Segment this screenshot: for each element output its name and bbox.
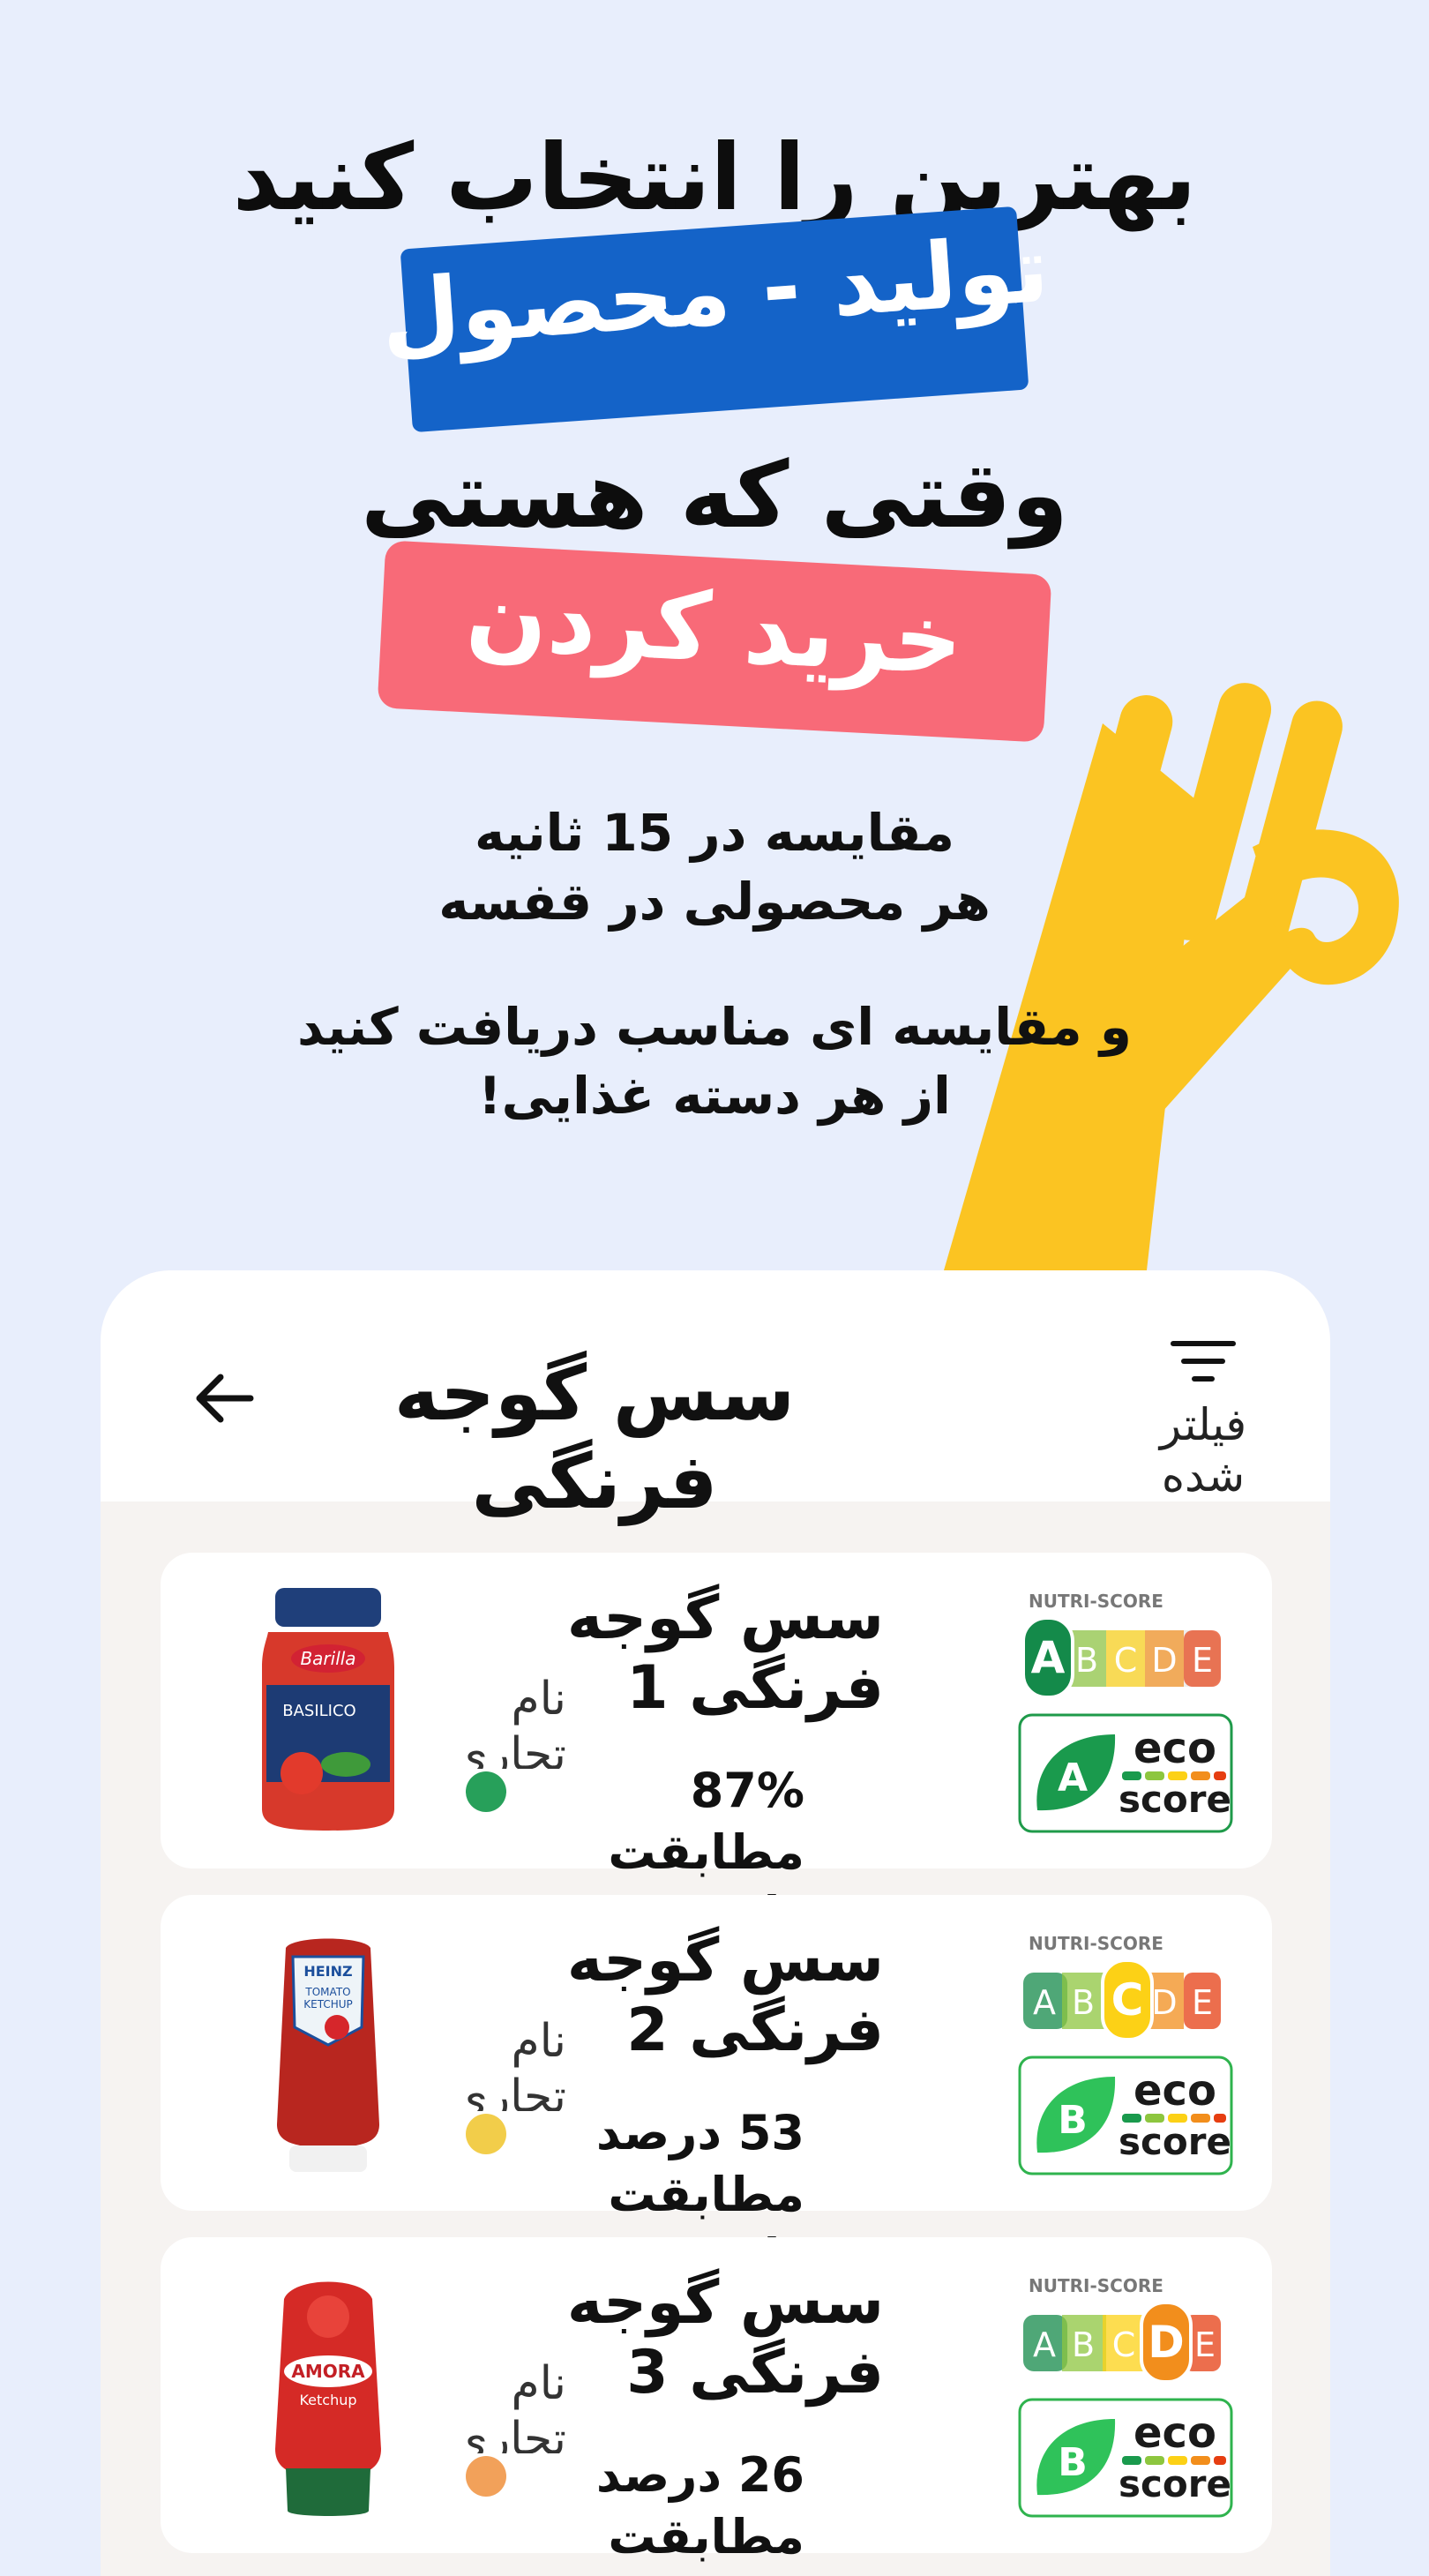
subtitle-group-1: مقایسه در 15 ثانیه هر محصولی در قفسه [0, 798, 1429, 937]
subtitle-line-1: مقایسه در 15 ثانیه [474, 803, 955, 863]
match-status-dot [466, 2114, 506, 2154]
eco-score-badge: B eco score [1018, 2056, 1233, 2175]
product-brand: نام تجاری [460, 2357, 566, 2453]
svg-text:E: E [1192, 1983, 1213, 2022]
hand-ok-illustration [944, 683, 1399, 1270]
svg-text:A: A [1033, 1983, 1056, 2022]
product-brand: نام تجاری [460, 1673, 566, 1769]
filter-label: فیلتر شده [1159, 1399, 1247, 1501]
match-value: 53 درصد [595, 2105, 804, 2160]
svg-text:C: C [1111, 1974, 1144, 2026]
svg-text:A: A [1058, 1756, 1088, 1801]
subtitle-group-2: و مقایسه ای مناسب دریافت کنید از هر دسته… [0, 992, 1429, 1131]
svg-text:BASILICO: BASILICO [282, 1702, 355, 1720]
svg-text:B: B [1072, 1983, 1095, 2022]
page-title: سس گوجه فرنگی [393, 1350, 796, 1526]
app-screen-card: سس گوجه فرنگی فیلتر شده Barilla BASILICO [101, 1270, 1330, 2576]
svg-text:D: D [1151, 1983, 1177, 2022]
svg-text:B: B [1058, 2098, 1088, 2143]
ketchup-squeeze-bottle-image: AMORA Ketchup [275, 2281, 381, 2516]
svg-text:C: C [1112, 2325, 1136, 2364]
svg-text:C: C [1114, 1641, 1138, 1680]
subtitle-line-4: از هر دسته غذایی! [478, 1066, 951, 1127]
filter-icon [1171, 1341, 1236, 1382]
pasta-sauce-jar-image: Barilla BASILICO [262, 1588, 394, 1831]
svg-text:HEINZ: HEINZ [303, 1963, 352, 1980]
eco-score-badge: B eco score [1018, 2398, 1233, 2518]
svg-text:A: A [1031, 1632, 1066, 1683]
nutri-score-badge: NUTRI-SCORE A B C D E [1023, 1933, 1221, 2038]
svg-text:TOMATO: TOMATO [304, 1986, 350, 1998]
eco-label-line1: eco [1133, 1724, 1216, 1773]
product-card[interactable]: AMORA Ketchup سس گوجه فرنگی 3 نام تجاری … [161, 2237, 1272, 2576]
eco-label-line2: score [1119, 2120, 1231, 2163]
svg-text:E: E [1194, 2325, 1216, 2364]
svg-text:E: E [1192, 1641, 1213, 1680]
nutri-score-badge: NUTRI-SCORE A B C D E [1021, 1591, 1221, 1696]
svg-text:A: A [1033, 2325, 1056, 2364]
ketchup-bottle-image: HEINZ TOMATO KETCHUP [277, 1938, 379, 2172]
svg-text:D: D [1148, 2317, 1185, 2368]
product-card[interactable]: HEINZ TOMATO KETCHUP سس گوجه فرنگی 2 نام… [161, 1895, 1272, 2284]
nutri-score-label: NUTRI-SCORE [1029, 2275, 1163, 2296]
match-value: 26 درصد [595, 2447, 804, 2503]
svg-text:B: B [1058, 2440, 1088, 2485]
screen-header: سس گوجه فرنگی فیلتر شده [101, 1270, 1330, 1526]
product-card[interactable]: Barilla BASILICO سس گوجه فرنگی 1 نام تجا… [161, 1553, 1272, 1942]
match-status-dot [466, 1771, 506, 1812]
match-status-dot [466, 2456, 506, 2497]
svg-text:Ketchup: Ketchup [299, 2392, 356, 2408]
svg-text:AMORA: AMORA [291, 2361, 365, 2382]
match-text: 26 درصد مطابقت دارد [522, 2445, 804, 2576]
svg-text:B: B [1075, 1641, 1098, 1680]
product-brand: نام تجاری [460, 2015, 566, 2111]
hero-line-1: بهترین را انتخاب کنید [232, 124, 1197, 231]
filter-button[interactable]: فیلتر شده [1133, 1337, 1274, 1504]
hero-line-3: وقتی که هستی [361, 441, 1068, 549]
eco-label-line1: eco [1133, 2066, 1216, 2115]
match-label: مطابقت دارد [608, 2509, 804, 2576]
svg-text:Barilla: Barilla [300, 1648, 355, 1669]
nutri-score-badge: NUTRI-SCORE A B C D E [1023, 2275, 1221, 2380]
arrow-left-icon[interactable] [189, 1363, 259, 1434]
svg-text:B: B [1072, 2325, 1095, 2364]
nutri-score-label: NUTRI-SCORE [1029, 1933, 1163, 1954]
subtitle-line-3: و مقایسه ای مناسب دریافت کنید [297, 997, 1132, 1057]
subtitle-line-2: هر محصولی در قفسه [438, 872, 991, 932]
nutri-score-label: NUTRI-SCORE [1029, 1591, 1163, 1612]
svg-text:KETCHUP: KETCHUP [303, 1998, 353, 2011]
svg-text:D: D [1151, 1641, 1177, 1680]
eco-label-line2: score [1119, 1778, 1231, 1821]
match-value: 87% [690, 1763, 804, 1818]
eco-score-badge: A eco score [1018, 1713, 1233, 1833]
eco-label-line1: eco [1133, 2408, 1216, 2458]
eco-label-line2: score [1119, 2462, 1231, 2505]
